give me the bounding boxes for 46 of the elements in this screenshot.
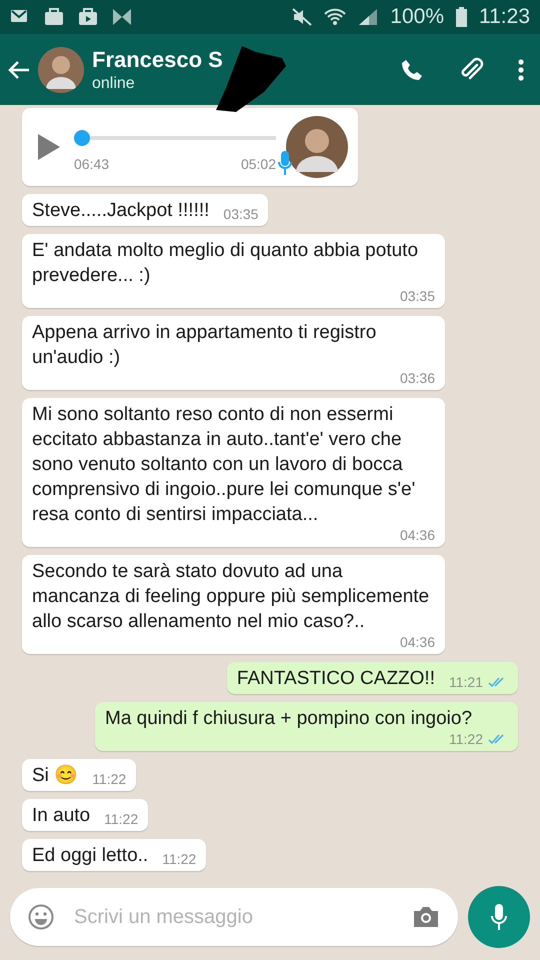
emoji-icon[interactable] <box>28 904 54 930</box>
battery-level: 100% <box>390 5 444 29</box>
message-text: In auto <box>32 804 90 828</box>
bowtie-icon <box>112 8 132 26</box>
message-text: Secondo te sarà stato dovuto ad una mancanza di feeling oppure più semplicemente allo scarso allenamento nel mio caso?.. <box>32 560 430 634</box>
message-time: 03:35 <box>400 288 435 304</box>
audio-duration: 05:02 <box>240 156 276 172</box>
briefcase-icon <box>78 8 98 26</box>
message-time: 11:22 <box>104 811 138 827</box>
microphone-icon <box>278 150 292 176</box>
message-time: 04:36 <box>400 634 435 650</box>
message-time: 04:36 <box>400 527 435 543</box>
message-text: E' andata molto meglio di quanto abbia potuto prevedere... :) <box>32 239 420 288</box>
message-text: Si 😊 <box>32 764 78 788</box>
mute-icon <box>292 8 312 26</box>
message-text: Ma quindi f chiusura + pompino con ingoio? <box>105 707 472 731</box>
message-text: Mi sono soltanto reso conto di non essermi eccitato abbastanza in auto..tant'e' vero che sono venuto soltanto con un lavoro di bocca comprensivo di ingoio..pure lei comunque s'e' resa conto di sentirsi impacciata... <box>32 403 416 527</box>
avatar[interactable] <box>38 46 84 92</box>
back-arrow-icon[interactable] <box>8 60 30 80</box>
contact-name: Francesco S <box>92 46 224 72</box>
message-time: 11:22 <box>449 731 483 747</box>
battery-icon <box>456 7 467 27</box>
audio-thumb[interactable] <box>74 130 90 146</box>
signal-icon <box>358 8 378 26</box>
contact-status: online <box>92 74 136 92</box>
message-time: 03:35 <box>223 206 258 222</box>
microphone-icon <box>491 903 507 931</box>
message-text: FANTASTICO CAZZO!! <box>236 667 435 691</box>
message-text: Steve.....Jackpot !!!!!! <box>32 199 210 223</box>
mail-icon <box>10 8 30 24</box>
message-text: Appena arrivo in appartamento ti registro un'audio :) <box>32 321 378 370</box>
phone-icon[interactable] <box>400 58 424 82</box>
message-time: 11:21 <box>449 674 483 690</box>
message-time: 03:36 <box>400 370 435 386</box>
menu-icon[interactable] <box>518 58 524 80</box>
wifi-icon <box>324 8 346 26</box>
message-input[interactable]: Scrivi un messaggio <box>72 904 394 930</box>
message-text: Ed oggi letto.. <box>32 844 148 868</box>
avatar <box>286 116 348 178</box>
audio-position: 06:43 <box>74 156 110 172</box>
briefcase-icon <box>44 8 64 26</box>
message-field[interactable]: Scrivi un messaggio <box>10 888 458 946</box>
message-time: 11:22 <box>92 771 126 787</box>
message-time: 11:22 <box>162 851 196 867</box>
camera-icon[interactable] <box>412 905 440 929</box>
clock: 11:23 <box>479 5 530 29</box>
